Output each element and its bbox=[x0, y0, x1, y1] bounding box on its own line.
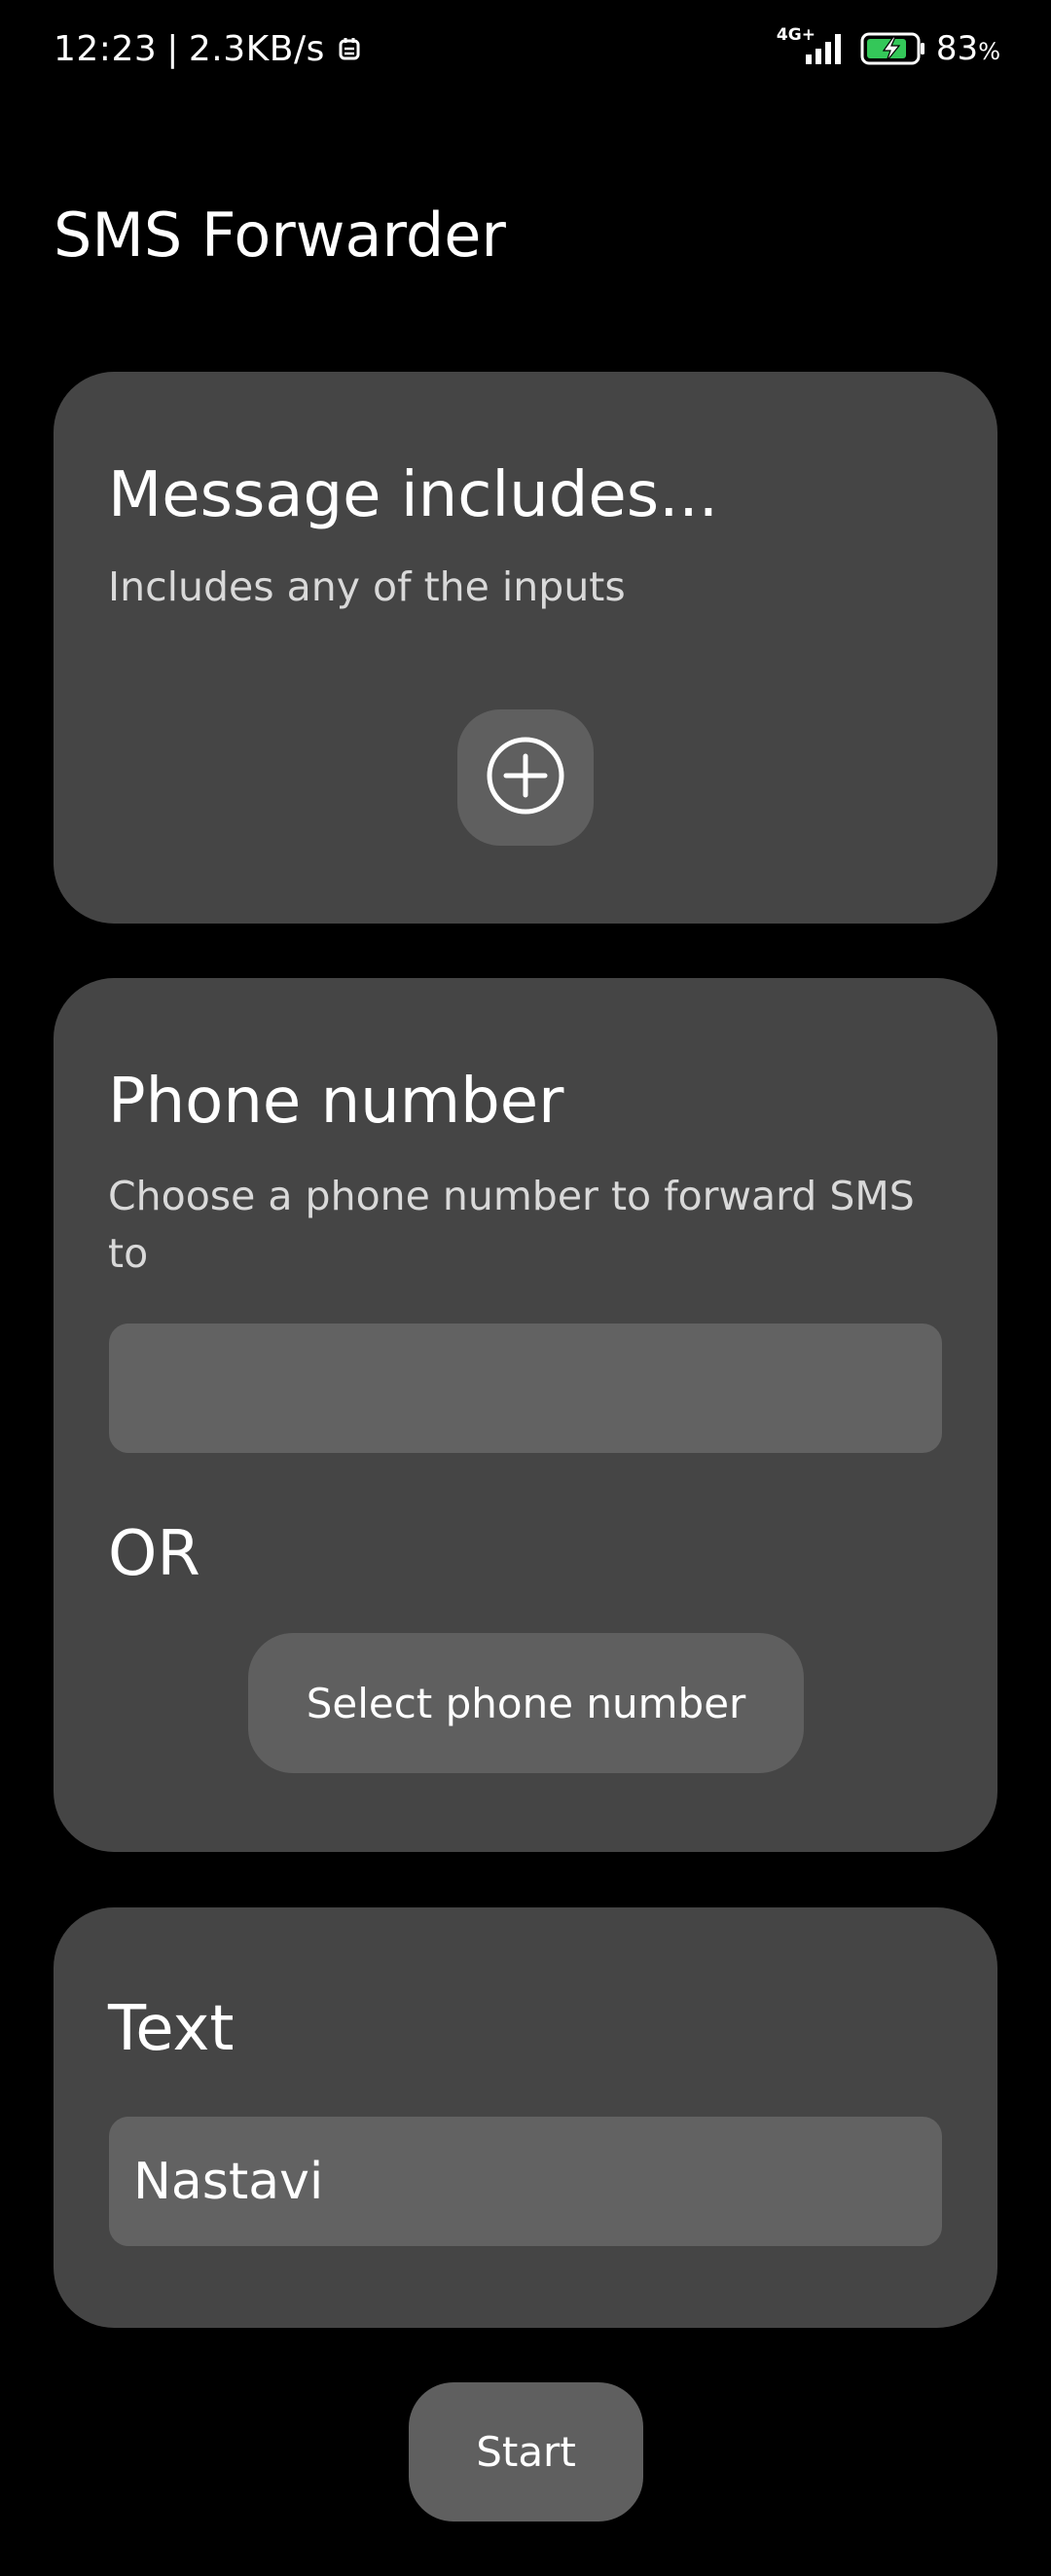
status-speed: 2.3KB/s bbox=[188, 29, 325, 69]
message-includes-title: Message includes... bbox=[108, 459, 719, 531]
phone-number-input[interactable] bbox=[109, 1324, 942, 1453]
page-title: SMS Forwarder bbox=[54, 200, 506, 271]
message-includes-card: Message includes... Includes any of the … bbox=[54, 372, 997, 924]
battery-charging-icon bbox=[860, 31, 926, 66]
status-bar: 12:23 | 2.3KB/s 4G+ 83% bbox=[0, 0, 1051, 107]
signal-icon: 4G+ bbox=[777, 25, 851, 68]
text-card: Text bbox=[54, 1907, 997, 2328]
phone-number-card: Phone number Choose a phone number to fo… bbox=[54, 978, 997, 1852]
battery-unit: % bbox=[978, 38, 1000, 65]
status-left: 12:23 | 2.3KB/s bbox=[54, 29, 362, 69]
status-right: 4G+ 83% bbox=[777, 25, 1000, 68]
add-input-button[interactable] bbox=[457, 709, 594, 846]
battery-value: 83 bbox=[935, 29, 979, 68]
text-input[interactable] bbox=[109, 2117, 942, 2246]
text-title: Text bbox=[108, 1993, 235, 2065]
phone-number-subtitle: Choose a phone number to forward SMS to bbox=[108, 1173, 915, 1277]
notification-icon bbox=[337, 35, 362, 64]
add-circle-icon bbox=[484, 734, 567, 821]
or-label: OR bbox=[108, 1518, 200, 1590]
status-time: 12:23 bbox=[54, 29, 158, 69]
select-phone-number-button[interactable]: Select phone number bbox=[248, 1633, 804, 1773]
battery-percentage: 83% bbox=[936, 29, 1000, 68]
phone-number-title: Phone number bbox=[108, 1066, 564, 1138]
status-separator: | bbox=[166, 29, 179, 69]
message-includes-subtitle: Includes any of the inputs bbox=[108, 563, 626, 610]
start-button[interactable]: Start bbox=[409, 2382, 643, 2522]
